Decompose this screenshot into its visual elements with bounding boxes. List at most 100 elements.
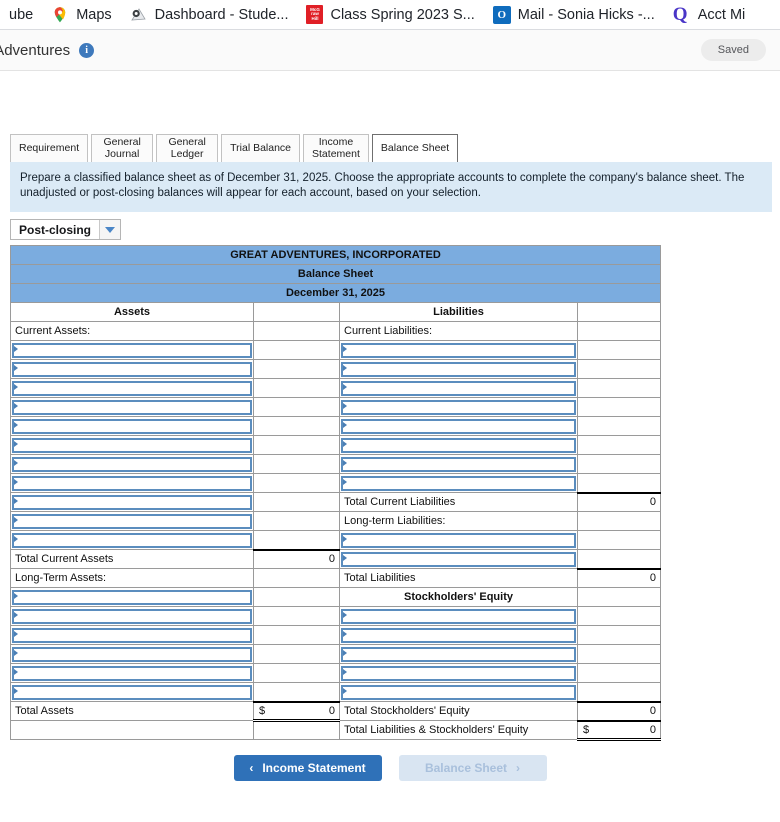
account-dropdown-cell-assets[interactable]	[10, 530, 254, 550]
account-dropdown-cell-liabilities[interactable]	[339, 378, 578, 398]
bookmark-acct[interactable]: Q Acct Mi	[664, 4, 755, 26]
account-dropdown-cell-liabilities[interactable]	[339, 644, 578, 664]
account-dropdown-cell-assets[interactable]	[10, 606, 254, 626]
account-select[interactable]	[12, 684, 252, 700]
account-dropdown-cell-assets[interactable]	[10, 663, 254, 683]
bookmark-maps[interactable]: Maps	[42, 4, 120, 26]
account-select[interactable]	[341, 608, 576, 624]
account-select[interactable]	[12, 646, 252, 662]
bookmark-dashboard[interactable]: Dashboard - Stude...	[121, 4, 298, 26]
account-dropdown-cell-liabilities[interactable]	[339, 473, 578, 493]
account-select[interactable]	[341, 380, 576, 396]
account-select[interactable]	[341, 437, 576, 453]
tab-requirement[interactable]: Requirement	[10, 134, 89, 162]
tab-general-journal[interactable]: General Journal	[91, 134, 154, 162]
account-select[interactable]	[12, 532, 252, 548]
account-select[interactable]	[12, 418, 252, 434]
account-select[interactable]	[341, 684, 576, 700]
liabilities-header-cell: Liabilities	[339, 302, 578, 322]
tab-income-statement[interactable]: Income Statement	[303, 134, 369, 162]
account-dropdown-cell-liabilities[interactable]	[339, 682, 578, 702]
account-dropdown-cell-assets[interactable]	[10, 435, 254, 455]
account-dropdown-cell-assets[interactable]	[10, 416, 254, 436]
account-dropdown-cell-liabilities[interactable]	[339, 340, 578, 360]
account-dropdown-cell-assets[interactable]	[10, 473, 254, 493]
account-dropdown-cell-assets[interactable]	[10, 454, 254, 474]
tab-label: Balance Sheet	[380, 141, 450, 154]
prev-income-statement-button[interactable]: ‹ Income Statement	[233, 755, 382, 781]
account-select[interactable]	[12, 494, 252, 510]
account-dropdown-cell-liabilities[interactable]	[339, 359, 578, 379]
account-select[interactable]	[341, 456, 576, 472]
account-dropdown-cell-assets[interactable]	[10, 625, 254, 645]
balance-type-select[interactable]: Post-closing	[10, 219, 122, 240]
bookmark-youtube[interactable]: ube	[0, 5, 42, 25]
account-amount-cell-assets	[253, 587, 340, 607]
account-dropdown-cell-assets[interactable]	[10, 340, 254, 360]
grand-total-amount-assets: $0	[253, 700, 340, 722]
account-dropdown-cell-liabilities[interactable]	[339, 416, 578, 436]
account-dropdown-cell-assets[interactable]	[10, 682, 254, 702]
assets-amount-header-cell	[253, 302, 340, 322]
account-select[interactable]	[341, 361, 576, 377]
account-dropdown-cell-liabilities[interactable]	[339, 625, 578, 645]
account-select[interactable]	[12, 475, 252, 491]
account-dropdown-cell-assets[interactable]	[10, 511, 254, 531]
account-select[interactable]	[12, 627, 252, 643]
account-select[interactable]	[12, 589, 252, 605]
dashboard-icon	[130, 6, 148, 24]
mcgraw-hill-icon: McG raw Hill	[306, 5, 324, 24]
account-dropdown-cell-assets[interactable]	[10, 644, 254, 664]
account-select[interactable]	[12, 437, 252, 453]
account-select[interactable]	[341, 551, 576, 567]
section-label-liabilities: Long-term Liabilities:	[339, 511, 578, 531]
account-select[interactable]	[12, 399, 252, 415]
account-dropdown-cell-liabilities[interactable]	[339, 663, 578, 683]
account-dropdown-cell-assets[interactable]	[10, 378, 254, 398]
statement-date-cell: December 31, 2025	[9, 283, 662, 303]
account-amount-cell-assets	[253, 530, 340, 550]
account-dropdown-cell-assets[interactable]	[10, 492, 254, 512]
next-balance-sheet-button[interactable]: Balance Sheet ›	[398, 755, 547, 781]
account-dropdown-cell-assets[interactable]	[10, 359, 254, 379]
account-select[interactable]	[341, 399, 576, 415]
account-select[interactable]	[12, 513, 252, 529]
table-row	[10, 359, 662, 379]
account-dropdown-cell-liabilities[interactable]	[339, 530, 578, 550]
account-select[interactable]	[12, 342, 252, 358]
account-select[interactable]	[341, 665, 576, 681]
account-select[interactable]	[12, 380, 252, 396]
tab-general-ledger[interactable]: General Ledger	[156, 134, 219, 162]
account-select[interactable]	[341, 532, 576, 548]
account-dropdown-cell-assets[interactable]	[10, 587, 254, 607]
account-dropdown-cell-liabilities[interactable]	[339, 454, 578, 474]
account-dropdown-cell-liabilities[interactable]	[339, 397, 578, 417]
account-dropdown-cell-liabilities[interactable]	[339, 435, 578, 455]
account-select[interactable]	[12, 456, 252, 472]
bookmark-class-spring[interactable]: McG raw Hill Class Spring 2023 S...	[297, 3, 483, 26]
account-amount-cell-assets	[253, 492, 340, 512]
account-dropdown-cell-assets[interactable]	[10, 397, 254, 417]
account-amount-cell-liabilities	[576, 397, 662, 417]
account-select[interactable]	[12, 608, 252, 624]
account-select[interactable]	[341, 646, 576, 662]
info-icon[interactable]: i	[79, 42, 95, 58]
account-dropdown-cell-liabilities[interactable]	[339, 549, 578, 569]
account-amount-cell-assets	[253, 454, 340, 474]
tab-balance-sheet[interactable]: Balance Sheet	[371, 134, 459, 162]
account-select[interactable]	[341, 475, 576, 491]
tab-trial-balance[interactable]: Trial Balance	[221, 134, 301, 162]
table-row	[10, 644, 662, 664]
account-amount-cell-liabilities	[576, 682, 662, 702]
account-dropdown-cell-liabilities[interactable]	[339, 606, 578, 626]
account-select[interactable]	[341, 418, 576, 434]
account-select[interactable]	[341, 342, 576, 358]
account-select[interactable]	[341, 627, 576, 643]
table-row-column-headers: Assets Liabilities	[10, 302, 662, 322]
account-select[interactable]	[12, 361, 252, 377]
account-select[interactable]	[12, 665, 252, 681]
account-amount-cell-liabilities	[576, 378, 662, 398]
bookmark-mail[interactable]: O Mail - Sonia Hicks -...	[484, 4, 664, 26]
tab-label: General Ledger	[168, 136, 206, 160]
chevron-down-icon[interactable]	[99, 220, 121, 239]
